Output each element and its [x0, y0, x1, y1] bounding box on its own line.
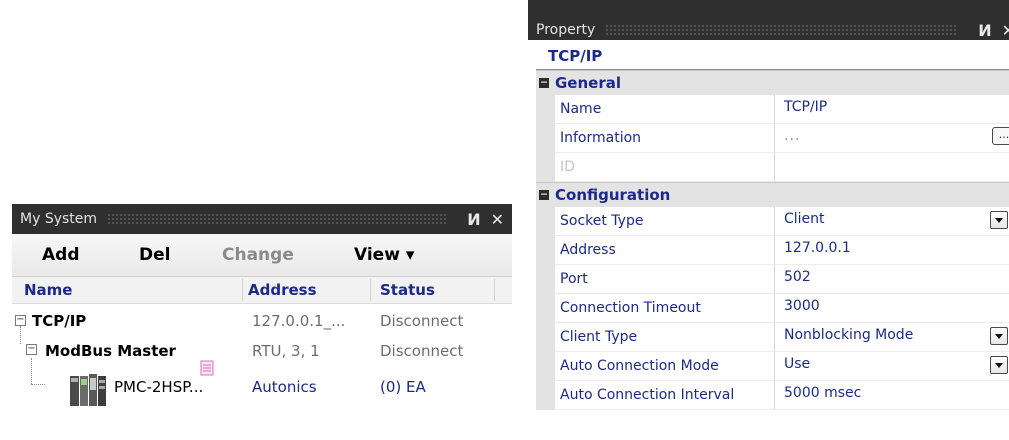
category-label: Configuration	[555, 186, 671, 204]
property-label: Port	[560, 271, 588, 287]
drag-grip[interactable]	[107, 213, 448, 225]
tree-node-address: Autonics	[252, 378, 317, 396]
category-general[interactable]: − General	[536, 70, 1009, 95]
collapse-toggle[interactable]: −	[15, 315, 26, 326]
property-value[interactable]: ...	[784, 128, 800, 144]
property-label: Client Type	[560, 329, 638, 345]
property-row-name[interactable]: Name TCP/IP	[536, 95, 1009, 124]
tree-node-name: TCP/IP	[32, 312, 87, 330]
tree-node-name: ModBus Master	[45, 342, 176, 360]
category-collapse-toggle[interactable]: −	[539, 78, 549, 88]
property-object-name: TCP/IP	[536, 40, 1009, 70]
close-icon[interactable]: ✕	[1002, 21, 1009, 40]
tree-node-status: Disconnect	[380, 312, 464, 330]
column-header-row: Name Address Status	[12, 277, 512, 304]
pin-icon[interactable]: И	[978, 21, 991, 40]
my-system-panel: My System И ✕ Add Del Change View ▾ Name…	[12, 204, 512, 440]
column-header-name[interactable]: Name	[24, 281, 72, 299]
property-row-connection-timeout[interactable]: Connection Timeout 3000	[536, 294, 1009, 323]
dropdown-arrow-icon[interactable]	[990, 211, 1008, 229]
property-label: Connection Timeout	[560, 300, 701, 316]
memo-icon[interactable]	[200, 360, 214, 376]
view-menu-button[interactable]: View ▾	[354, 245, 414, 265]
property-value[interactable]: Nonblocking Mode	[784, 327, 913, 343]
property-value[interactable]: TCP/IP	[784, 99, 827, 115]
column-header-status[interactable]: Status	[380, 281, 435, 299]
category-collapse-toggle[interactable]: −	[539, 190, 549, 200]
del-button[interactable]: Del	[139, 245, 170, 265]
add-button[interactable]: Add	[42, 245, 80, 265]
tree-row-pmc-device[interactable]: PMC-2HSP... Autonics (0) EA	[12, 358, 512, 418]
category-configuration[interactable]: − Configuration	[536, 182, 1009, 207]
property-label: Information	[560, 130, 642, 146]
device-module-icon	[68, 370, 108, 410]
property-row-address[interactable]: Address 127.0.0.1	[536, 236, 1009, 265]
property-row-auto-connection-interval[interactable]: Auto Connection Interval 5000 msec	[536, 381, 1009, 410]
collapse-toggle[interactable]: −	[26, 344, 37, 355]
column-header-address[interactable]: Address	[248, 281, 317, 299]
category-label: General	[555, 74, 621, 92]
property-value[interactable]: Use	[784, 356, 810, 372]
property-value[interactable]: 3000	[784, 298, 820, 314]
property-label: Auto Connection Interval	[560, 387, 735, 403]
dropdown-arrow-icon[interactable]	[990, 356, 1008, 374]
property-label: Auto Connection Mode	[560, 358, 719, 374]
property-value[interactable]: 127.0.0.1	[784, 240, 851, 256]
property-value[interactable]: 502	[784, 269, 811, 285]
pin-icon[interactable]: И	[467, 210, 480, 229]
close-icon[interactable]: ✕	[491, 210, 504, 229]
tree-node-address: RTU, 3, 1	[252, 342, 320, 360]
property-row-id[interactable]: ID	[536, 153, 1009, 182]
tree-node-status: (0) EA	[380, 378, 426, 396]
tree-row-tcpip[interactable]: − TCP/IP 127.0.0.1_... Disconnect	[12, 304, 512, 338]
tree-row-modbus-master[interactable]: − ModBus Master RTU, 3, 1 Disconnect	[12, 326, 512, 372]
property-row-port[interactable]: Port 502	[536, 265, 1009, 294]
ellipsis-button[interactable]: ...	[992, 127, 1009, 145]
my-system-title-bar[interactable]: My System И ✕	[12, 204, 512, 234]
property-row-socket-type[interactable]: Socket Type Client	[536, 207, 1009, 236]
dropdown-arrow-icon[interactable]	[990, 327, 1008, 345]
drag-grip[interactable]	[605, 24, 959, 36]
property-label: Name	[560, 101, 602, 117]
property-row-auto-connection-mode[interactable]: Auto Connection Mode Use	[536, 352, 1009, 381]
property-title-bar[interactable]: Property И ✕	[528, 0, 1009, 40]
tree-node-status: Disconnect	[380, 342, 464, 360]
my-system-title: My System	[20, 211, 98, 227]
property-panel: Property И ✕ TCP/IP − General Name TCP/I…	[528, 0, 1009, 440]
tree-node-address: 127.0.0.1_...	[252, 312, 346, 330]
property-label: ID	[560, 159, 575, 175]
property-value[interactable]: 5000 msec	[784, 385, 861, 401]
property-label: Address	[560, 242, 616, 258]
property-title: Property	[536, 22, 596, 38]
property-row-information[interactable]: Information ... ...	[536, 124, 1009, 153]
property-row-client-type[interactable]: Client Type Nonblocking Mode	[536, 323, 1009, 352]
my-system-toolbar: Add Del Change View ▾	[12, 234, 512, 277]
change-button[interactable]: Change	[222, 245, 294, 265]
tree-node-name: PMC-2HSP...	[114, 378, 204, 396]
property-value[interactable]: Client	[784, 211, 825, 227]
property-label: Socket Type	[560, 213, 644, 229]
